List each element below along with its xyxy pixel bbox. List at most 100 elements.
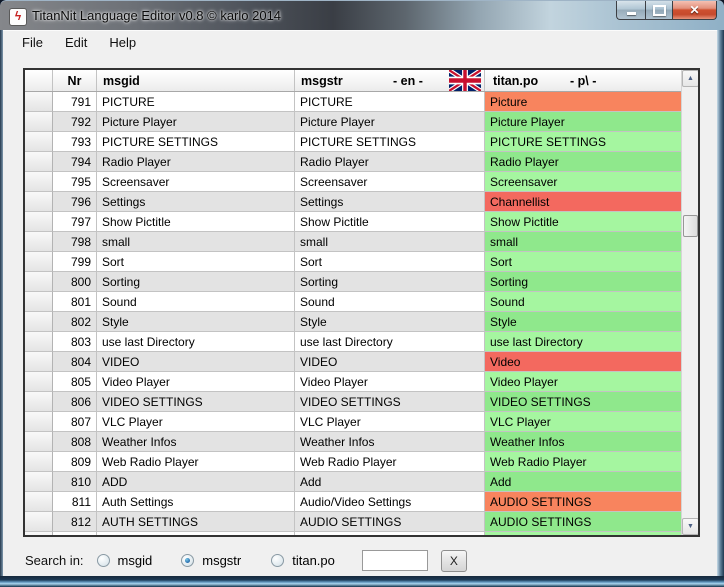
table-row[interactable]: 798smallsmallsmall bbox=[25, 232, 681, 252]
table-row[interactable]: 792Picture PlayerPicture PlayerPicture P… bbox=[25, 112, 681, 132]
scroll-down-button[interactable]: ▼ bbox=[682, 518, 699, 535]
msgid-cell[interactable]: small bbox=[97, 232, 295, 252]
row-selector-cell[interactable] bbox=[25, 112, 53, 132]
titanpo-cell[interactable]: Radio Player bbox=[485, 152, 681, 172]
row-selector-cell[interactable] bbox=[25, 192, 53, 212]
table-row[interactable]: 810ADDAddAdd bbox=[25, 472, 681, 492]
titanpo-cell[interactable]: AUDIO SETTINGS bbox=[485, 492, 681, 512]
titanpo-cell[interactable]: Weather Infos bbox=[485, 432, 681, 452]
msgstr-cell[interactable]: Sort bbox=[295, 252, 485, 272]
table-row[interactable]: 811Auth SettingsAudio/Video SettingsAUDI… bbox=[25, 492, 681, 512]
msgstr-cell[interactable]: Video Player bbox=[295, 372, 485, 392]
clear-search-button[interactable]: X bbox=[441, 550, 467, 572]
search-radio-msgid[interactable]: msgid bbox=[97, 553, 153, 568]
msgid-cell[interactable]: Sort bbox=[97, 252, 295, 272]
titanpo-cell[interactable]: Sound bbox=[485, 292, 681, 312]
row-selector-cell[interactable] bbox=[25, 212, 53, 232]
titanpo-cell[interactable]: AUDIO SETTINGS bbox=[485, 512, 681, 532]
titanpo-cell[interactable]: Show Pictitle bbox=[485, 212, 681, 232]
row-selector-cell[interactable] bbox=[25, 312, 53, 332]
row-selector-cell[interactable] bbox=[25, 332, 53, 352]
row-selector-cell[interactable] bbox=[25, 252, 53, 272]
msgid-cell[interactable]: ADD bbox=[97, 472, 295, 492]
row-selector-cell[interactable] bbox=[25, 532, 53, 535]
msgid-cell[interactable]: Style bbox=[97, 312, 295, 332]
titanpo-cell[interactable]: use last Directory bbox=[485, 332, 681, 352]
titanpo-cell[interactable]: VIDEO SETTINGS bbox=[485, 392, 681, 412]
table-row[interactable]: 793PICTURE SETTINGSPICTURE SETTINGSPICTU… bbox=[25, 132, 681, 152]
search-input[interactable] bbox=[362, 550, 428, 571]
msgstr-cell[interactable]: small bbox=[295, 232, 485, 252]
table-row[interactable]: 802StyleStyleStyle bbox=[25, 312, 681, 332]
msgid-cell[interactable]: PICTURE SETTINGS bbox=[97, 132, 295, 152]
msgid-cell[interactable]: Sound bbox=[97, 292, 295, 312]
msgstr-cell[interactable]: Settings bbox=[295, 192, 485, 212]
msgstr-cell[interactable]: Add bbox=[295, 472, 485, 492]
table-row[interactable]: 807VLC PlayerVLC PlayerVLC Player bbox=[25, 412, 681, 432]
title-bar[interactable]: ϟ TitanNit Language Editor v0.8 © karlo … bbox=[0, 0, 724, 31]
row-selector-cell[interactable] bbox=[25, 92, 53, 112]
table-row[interactable]: 796SettingsSettingsChannellist bbox=[25, 192, 681, 212]
header-nr[interactable]: Nr bbox=[53, 70, 97, 91]
titanpo-cell[interactable]: Channellist bbox=[485, 192, 681, 212]
msgid-cell[interactable]: Radio Player bbox=[97, 152, 295, 172]
table-row[interactable]: 804VIDEOVIDEOVideo bbox=[25, 352, 681, 372]
msgstr-cell[interactable]: Sorting bbox=[295, 272, 485, 292]
table-row[interactable]: 805Video PlayerVideo PlayerVideo Player bbox=[25, 372, 681, 392]
row-selector-cell[interactable] bbox=[25, 232, 53, 252]
menu-item-edit[interactable]: Edit bbox=[54, 32, 98, 53]
msgid-cell[interactable]: use last Directory bbox=[97, 332, 295, 352]
msgstr-cell[interactable]: VLC Player bbox=[295, 412, 485, 432]
msgstr-cell[interactable]: Audio/Video Settings bbox=[295, 492, 485, 512]
menu-item-help[interactable]: Help bbox=[98, 32, 147, 53]
table-row[interactable]: 791PICTUREPICTUREPicture bbox=[25, 92, 681, 112]
titanpo-cell[interactable]: small bbox=[485, 232, 681, 252]
msgstr-cell[interactable]: Weather Infos bbox=[295, 432, 485, 452]
row-selector-cell[interactable] bbox=[25, 432, 53, 452]
msgid-cell[interactable]: AUTH SETTINGS bbox=[97, 512, 295, 532]
titanpo-cell[interactable]: Video Player bbox=[485, 372, 681, 392]
msgstr-cell[interactable]: Radio Player bbox=[295, 152, 485, 172]
minimize-button[interactable] bbox=[616, 1, 645, 20]
table-row[interactable]: 809Web Radio PlayerWeb Radio PlayerWeb R… bbox=[25, 452, 681, 472]
row-selector-cell[interactable] bbox=[25, 272, 53, 292]
msgstr-cell[interactable]: Show Pictitle bbox=[295, 212, 485, 232]
msgid-cell[interactable]: Auth Settings bbox=[97, 492, 295, 512]
row-selector-cell[interactable] bbox=[25, 452, 53, 472]
msgstr-cell[interactable]: Sound bbox=[295, 292, 485, 312]
table-row[interactable]: 803use last Directoryuse last Directoryu… bbox=[25, 332, 681, 352]
msgid-cell[interactable]: VLC Player bbox=[97, 412, 295, 432]
msgstr-cell[interactable]: Copy bbox=[295, 532, 485, 535]
titanpo-cell[interactable]: Sorting bbox=[485, 272, 681, 292]
msgstr-cell[interactable]: use last Directory bbox=[295, 332, 485, 352]
vertical-scrollbar[interactable]: ▲ ▼ bbox=[681, 70, 698, 535]
scroll-up-button[interactable]: ▲ bbox=[682, 70, 699, 87]
msgid-cell[interactable]: Weather Infos bbox=[97, 432, 295, 452]
table-row[interactable]: 801SoundSoundSound bbox=[25, 292, 681, 312]
msgstr-cell[interactable]: VIDEO bbox=[295, 352, 485, 372]
table-row[interactable]: 808Weather InfosWeather InfosWeather Inf… bbox=[25, 432, 681, 452]
titanpo-cell[interactable]: VLC Player bbox=[485, 412, 681, 432]
header-msgstr[interactable]: msgstr - en - bbox=[295, 70, 485, 91]
row-selector-cell[interactable] bbox=[25, 492, 53, 512]
msgid-cell[interactable]: VIDEO bbox=[97, 352, 295, 372]
msgstr-cell[interactable]: Screensaver bbox=[295, 172, 485, 192]
table-row[interactable]: 813COPYCopyCopy bbox=[25, 532, 681, 535]
table-row[interactable]: 797Show PictitleShow PictitleShow Pictit… bbox=[25, 212, 681, 232]
search-radio-msgstr[interactable]: msgstr bbox=[181, 553, 241, 568]
search-radio-titanpo[interactable]: titan.po bbox=[271, 553, 335, 568]
msgstr-cell[interactable]: VIDEO SETTINGS bbox=[295, 392, 485, 412]
titanpo-cell[interactable]: Add bbox=[485, 472, 681, 492]
titanpo-cell[interactable]: Screensaver bbox=[485, 172, 681, 192]
menu-item-file[interactable]: File bbox=[11, 32, 54, 53]
table-row[interactable]: 799SortSortSort bbox=[25, 252, 681, 272]
header-titanpo[interactable]: titan.po - p\ - bbox=[485, 70, 681, 91]
table-row[interactable]: 812AUTH SETTINGSAUDIO SETTINGSAUDIO SETT… bbox=[25, 512, 681, 532]
titanpo-cell[interactable]: Style bbox=[485, 312, 681, 332]
titanpo-cell[interactable]: Sort bbox=[485, 252, 681, 272]
row-selector-cell[interactable] bbox=[25, 472, 53, 492]
header-msgid[interactable]: msgid bbox=[97, 70, 295, 91]
titanpo-cell[interactable]: Picture bbox=[485, 92, 681, 112]
table-row[interactable]: 800SortingSortingSorting bbox=[25, 272, 681, 292]
msgid-cell[interactable]: COPY bbox=[97, 532, 295, 535]
